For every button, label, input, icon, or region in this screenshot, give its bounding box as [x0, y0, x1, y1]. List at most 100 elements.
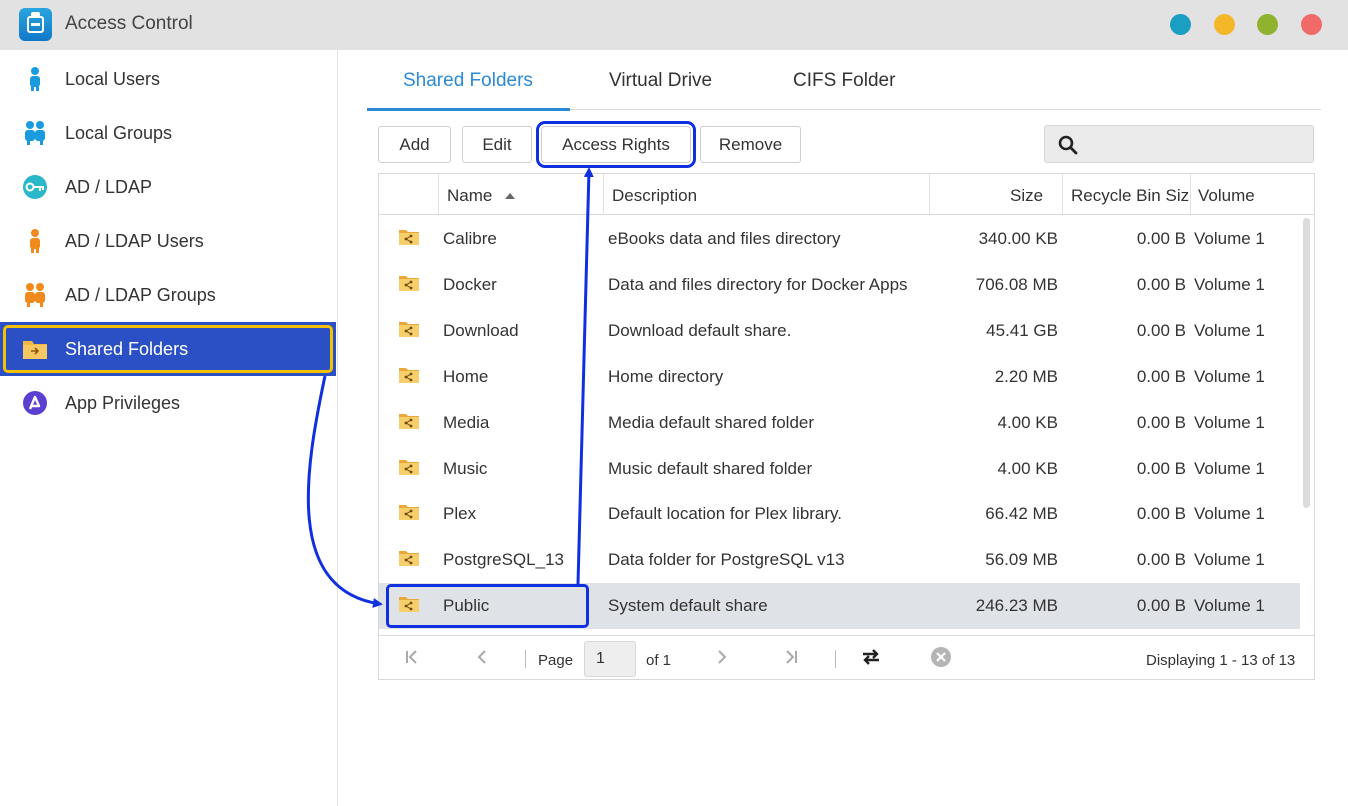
cell-size: 56.09 MB: [985, 550, 1058, 570]
add-button[interactable]: Add: [378, 126, 451, 163]
table-row[interactable]: Media Media default shared folder 4.00 KB 0…: [379, 400, 1300, 446]
column-header-description[interactable]: Description: [612, 174, 697, 215]
displaying-label: Displaying 1 - 13 of 13: [1146, 652, 1296, 669]
page-number-input[interactable]: [584, 641, 636, 677]
cell-recycle-bin-size: 0.00 B: [1136, 274, 1186, 294]
app-privileges-icon: [23, 391, 47, 415]
tab-virtual-drive[interactable]: Virtual Drive: [609, 70, 712, 92]
sidebar-item-label: AD / LDAP Users: [65, 231, 204, 251]
cell-description: Data and files directory for Docker Apps: [608, 274, 908, 294]
remove-button[interactable]: Remove: [700, 126, 801, 163]
user-icon: [30, 67, 40, 91]
search-input[interactable]: [1090, 132, 1305, 156]
table-row[interactable]: Home Home directory 2.20 MB 0.00 B Volume 1: [379, 354, 1300, 400]
refresh-button[interactable]: [858, 644, 884, 670]
shared-folder-icon: [399, 459, 419, 475]
title-bar: Access Control: [0, 0, 1348, 50]
column-header-name[interactable]: Name: [447, 174, 492, 215]
pager: Page of 1 Displaying 1 - 13 of 13: [379, 635, 1314, 679]
tab-shared-folders[interactable]: Shared Folders: [403, 70, 533, 92]
previous-page-button[interactable]: [469, 644, 495, 670]
cell-volume: Volume 1: [1194, 274, 1265, 294]
maximize-dot[interactable]: [1257, 14, 1278, 35]
last-page-icon: [786, 650, 797, 664]
cell-recycle-bin-size: 0.00 B: [1136, 412, 1186, 432]
sidebar-item-label: Local Groups: [65, 123, 173, 143]
edit-button[interactable]: Edit: [462, 126, 532, 163]
shared-folder-icon: [23, 341, 47, 359]
key-icon: [23, 175, 47, 199]
cell-description: eBooks data and files directory: [608, 229, 841, 248]
close-dot[interactable]: [1301, 14, 1322, 35]
sidebar-item-local-groups[interactable]: Local Groups: [0, 106, 336, 160]
search-box[interactable]: [1044, 125, 1314, 163]
cell-volume: Volume 1: [1194, 229, 1265, 248]
sidebar-item-label: Local Users: [65, 69, 161, 89]
cell-name: Plex: [443, 504, 477, 524]
zoom-dot[interactable]: [1214, 14, 1235, 35]
cell-description: Default location for Plex library.: [608, 504, 843, 524]
table-row[interactable]: Docker Data and files directory for Docke…: [379, 262, 1300, 308]
sidebar-item-ad-ldap-groups[interactable]: AD / LDAP Groups: [0, 268, 336, 322]
cell-name: Docker: [443, 274, 497, 294]
cell-size: 66.42 MB: [985, 504, 1058, 524]
cell-recycle-bin-size: 0.00 B: [1136, 366, 1186, 386]
sidebar-item-app-privileges[interactable]: App Privileges: [0, 376, 336, 430]
cell-name: Home: [443, 366, 489, 386]
access-rights-button[interactable]: Access Rights: [536, 121, 696, 168]
group-icon: [25, 121, 45, 145]
shared-folder-icon: [399, 367, 419, 383]
cell-name: PostgreSQL_13: [443, 550, 564, 570]
sidebar-item-shared-folders[interactable]: Shared Folders: [0, 322, 336, 376]
sidebar-item-ad-ldap-users[interactable]: AD / LDAP Users: [0, 214, 336, 268]
cell-description: Home directory: [608, 366, 724, 386]
tab-cifs-folder[interactable]: CIFS Folder: [793, 70, 895, 92]
cell-size: 246.23 MB: [975, 596, 1058, 616]
sidebar-item-label: AD / LDAP: [65, 177, 153, 197]
table-row[interactable]: Calibre eBooks data and files directory 34…: [379, 216, 1300, 262]
cell-description: System default share: [608, 596, 768, 616]
row-highlight-box: [386, 584, 589, 628]
first-page-button[interactable]: [399, 644, 425, 670]
sort-ascending-icon: [505, 193, 515, 199]
cell-size: 706.08 MB: [975, 274, 1058, 294]
column-header-recycle-bin-size[interactable]: Recycle Bin Size: [1071, 174, 1190, 215]
sidebar-item-label: App Privileges: [65, 393, 181, 413]
column-header-volume[interactable]: Volume: [1198, 174, 1255, 215]
shared-folder-icon: [399, 505, 419, 521]
vertical-scrollbar[interactable]: [1303, 218, 1310, 508]
sidebar-item-ad-ldap[interactable]: AD / LDAP: [0, 160, 336, 214]
cell-volume: Volume 1: [1194, 596, 1265, 616]
tab-bar: Shared Folders Virtual Drive CIFS Folder: [367, 58, 1321, 111]
shared-folders-grid: Name Description Size Recycle Bin Size V…: [378, 173, 1315, 680]
column-header-size[interactable]: Size: [1010, 174, 1043, 215]
table-row[interactable]: PostgreSQL_13 Data folder for PostgreSQL …: [379, 537, 1300, 583]
table-row[interactable]: Music Music default shared folder 4.00 KB 0…: [379, 446, 1300, 492]
cell-size: 340.00 KB: [978, 229, 1058, 248]
cell-recycle-bin-size: 0.00 B: [1136, 504, 1186, 524]
cell-recycle-bin-size: 0.00 B: [1136, 596, 1186, 616]
cell-name: Music: [443, 458, 488, 478]
cell-recycle-bin-size: 0.00 B: [1136, 550, 1186, 570]
cell-description: Media default shared folder: [608, 412, 815, 432]
table-row[interactable]: Download Download default share. 45.41 GB 0…: [379, 308, 1300, 354]
sidebar-item-local-users[interactable]: Local Users: [0, 52, 336, 106]
first-page-icon: [406, 650, 417, 664]
page-label: Page: [538, 652, 574, 669]
cell-size: 45.41 GB: [986, 320, 1058, 340]
next-page-button[interactable]: [709, 644, 735, 670]
cell-volume: Volume 1: [1194, 320, 1265, 340]
last-page-button[interactable]: [778, 644, 804, 670]
cell-description: Data folder for PostgreSQL v13: [608, 550, 845, 570]
page-count-label: of 1: [646, 652, 672, 669]
chevron-left-icon: [477, 650, 486, 664]
cell-volume: Volume 1: [1194, 366, 1265, 386]
sidebar: Local Users Local Groups AD / LDAP AD / …: [0, 50, 338, 806]
ldap-group-icon: [25, 283, 45, 307]
cell-description: Download default share.: [608, 320, 792, 340]
cancel-load-button[interactable]: [928, 644, 954, 670]
shared-folder-icon: [399, 413, 419, 429]
chevron-right-icon: [718, 650, 727, 664]
table-row[interactable]: Plex Default location for Plex library. 66…: [379, 491, 1300, 537]
minimize-dot[interactable]: [1170, 14, 1191, 35]
